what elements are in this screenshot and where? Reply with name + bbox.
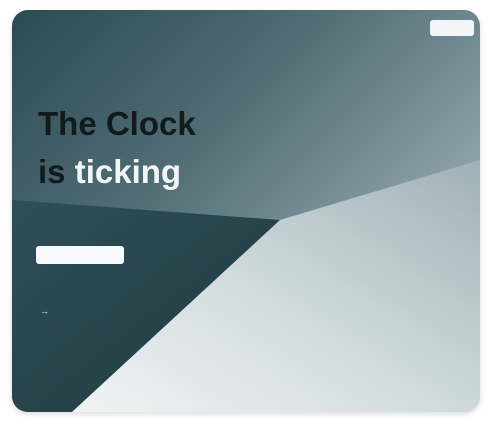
headline-line-1: The Clock (38, 105, 196, 142)
arrow-right-icon[interactable]: → (40, 306, 49, 316)
hero-background (12, 160, 480, 412)
page-canvas: The Clock is ticking → (0, 0, 492, 424)
hero-headline: The Clock is ticking (38, 100, 298, 196)
headline-accent-word: ticking (74, 153, 182, 190)
top-navigation (12, 10, 480, 50)
headline-line-2: is ticking (38, 148, 298, 196)
hero-card: The Clock is ticking → (12, 10, 480, 412)
hero-primary-button[interactable] (36, 246, 124, 264)
stat-item-1: → (36, 306, 49, 316)
headline-word-is: is (38, 153, 66, 190)
nav-cta-button[interactable] (430, 20, 474, 36)
